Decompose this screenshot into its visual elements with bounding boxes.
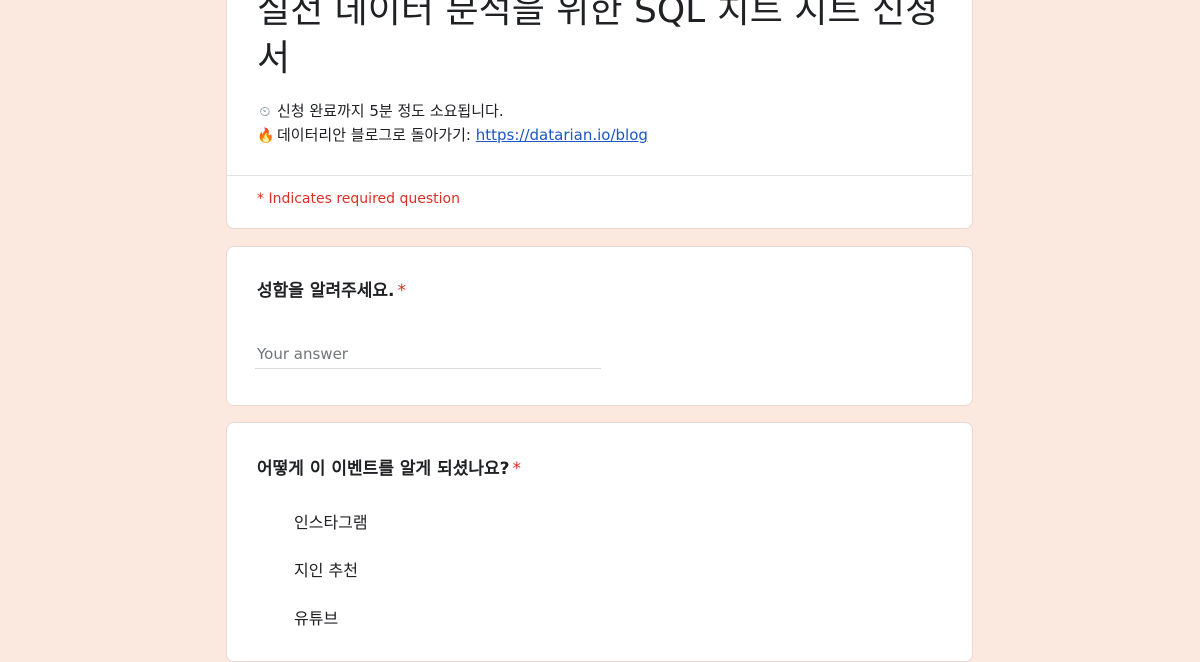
option-label: 인스타그램 — [294, 513, 368, 532]
required-asterisk: * — [397, 281, 407, 301]
fire-icon: 🔥 — [257, 128, 275, 144]
question-title: 어떻게 이 이벤트를 알게 되셨나요? * — [257, 454, 521, 479]
question-title-text: 성함을 알려주세요. — [257, 281, 395, 301]
required-asterisk: * — [512, 459, 522, 479]
question-card-name: 성함을 알려주세요. * — [226, 246, 973, 406]
blog-link[interactable]: https://datarian.io/blog — [476, 126, 648, 144]
description-line-duration: ⏲ 신청 완료까지 5분 정도 소요됩니다. — [257, 100, 648, 124]
radio-button-icon[interactable] — [257, 558, 275, 576]
form-description: ⏲ 신청 완료까지 5분 정도 소요됩니다. 🔥 데이터리안 블로그로 돌아가기: … — [257, 100, 648, 148]
radio-button-icon[interactable] — [257, 510, 275, 528]
question-title-text: 어떻게 이 이벤트를 알게 되셨나요? — [257, 459, 510, 479]
question-card-source: 어떻게 이 이벤트를 알게 되셨나요? * 인스타그램 지인 추천 유튜브 — [226, 422, 973, 662]
option-label: 지인 추천 — [294, 561, 358, 580]
description-line-blog: 🔥 데이터리안 블로그로 돌아가기: https://datarian.io/bl… — [257, 124, 648, 148]
name-answer-input[interactable] — [255, 339, 601, 369]
header-divider — [227, 175, 972, 176]
question-title: 성함을 알려주세요. * — [257, 276, 406, 301]
required-question-note: * Indicates required question — [257, 191, 460, 207]
form-header-card: 실전 데이터 분석을 위한 SQL 치트 시트 신청서 ⏲ 신청 완료까지 5분 … — [226, 0, 973, 229]
timer-clock-icon: ⏲ — [259, 104, 271, 120]
blog-return-text: 데이터리안 블로그로 돌아가기: — [277, 126, 476, 144]
form-title: 실전 데이터 분석을 위한 SQL 치트 시트 신청서 — [257, 0, 939, 79]
radio-button-icon[interactable] — [257, 606, 275, 624]
duration-text: 신청 완료까지 5분 정도 소요됩니다. — [277, 102, 504, 120]
option-label: 유튜브 — [294, 609, 339, 628]
